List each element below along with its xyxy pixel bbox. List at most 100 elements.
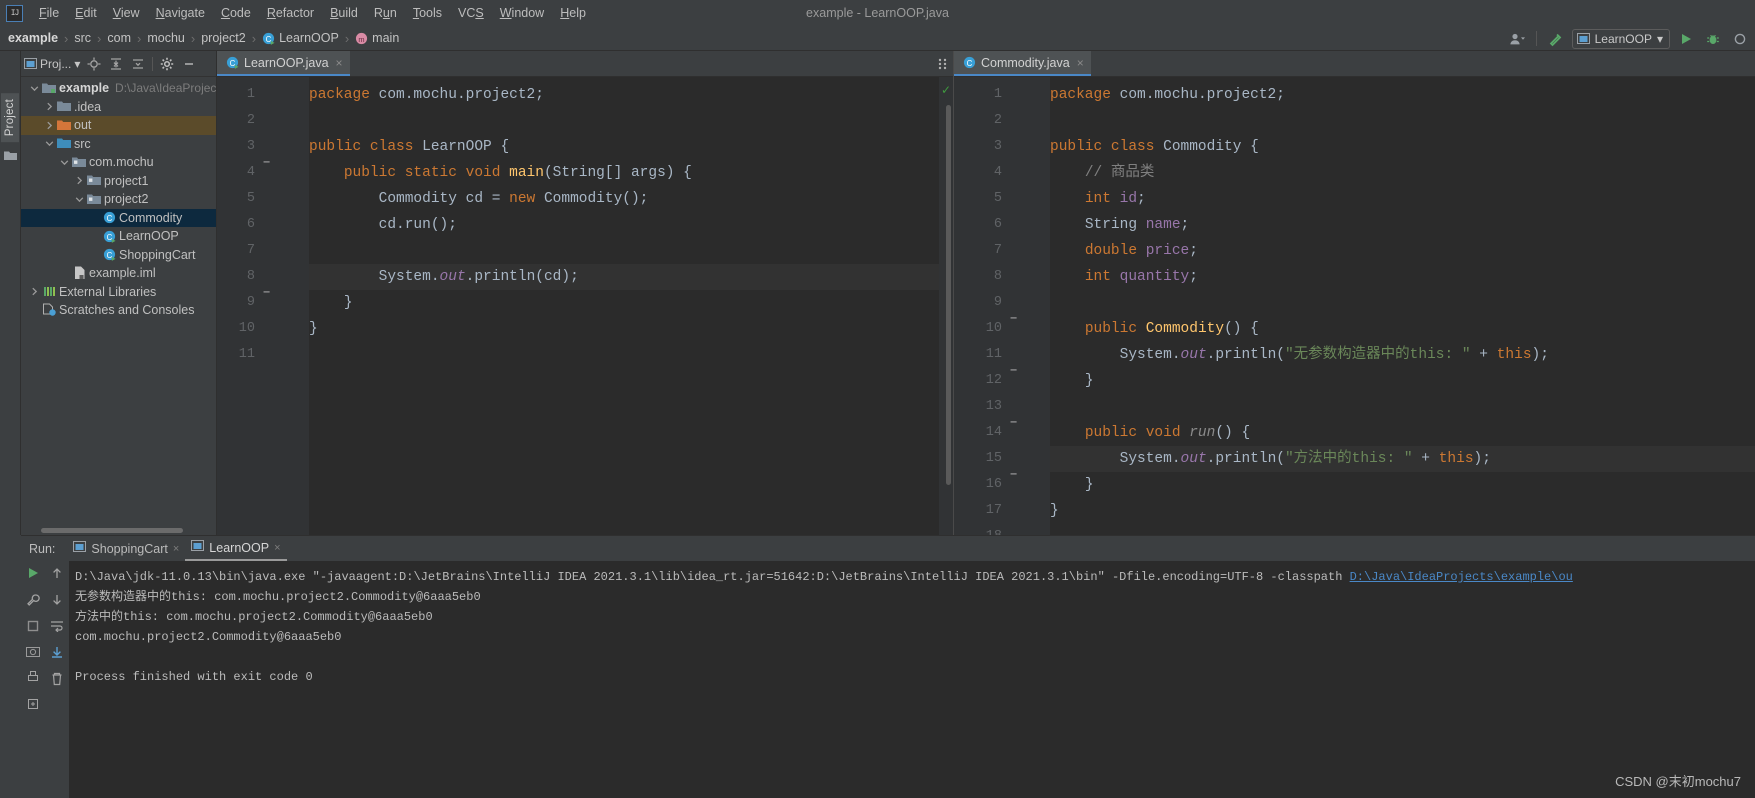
code-line[interactable]: int id; [1050,186,1755,212]
tree-node-project1[interactable]: project1 [21,172,216,191]
code-line[interactable] [1050,524,1755,535]
tree-node-src[interactable]: src [21,135,216,154]
menu-item-build[interactable]: Build [322,4,366,22]
tree-node-learnoop[interactable]: C LearnOOP [21,227,216,246]
marker-bar-left[interactable]: ✓ [939,77,953,535]
breadcrumb-item-main[interactable]: m main [355,31,399,45]
expand-all-icon[interactable] [128,54,148,74]
tree-node-commodity[interactable]: C Commodity [21,208,216,227]
code-line[interactable] [309,238,939,264]
editor-tab-learnoop[interactable]: C LearnOOP.java × [217,51,350,76]
chevron-right-icon[interactable] [72,176,86,185]
tree-node-example[interactable]: example D:\Java\IdeaProject [21,79,216,98]
code-line[interactable]: // 商品类 [1050,160,1755,186]
tree-node-scratches-and-consoles[interactable]: Scratches and Consoles [21,301,216,320]
trash-icon[interactable] [51,672,63,689]
close-icon[interactable]: × [274,542,280,554]
run-tab-shoppingcart[interactable]: ShoppingCart × [67,536,185,561]
code-line[interactable] [1050,394,1755,420]
fold-collapse-icon[interactable]: − [263,155,270,169]
fold-end-icon[interactable]: − [1010,467,1017,481]
chevron-down-icon[interactable] [72,195,86,204]
close-icon[interactable]: × [173,543,179,555]
tree-node-project2[interactable]: project2 [21,190,216,209]
code-line[interactable]: } [309,316,939,342]
menu-item-file[interactable]: File [31,4,67,22]
code-line[interactable]: Commodity cd = new Commodity(); [309,186,939,212]
chevron-down-icon[interactable] [27,84,41,93]
menu-item-view[interactable]: View [105,4,148,22]
line-number-gutter-right[interactable]: 123456789101112131415161718 [954,77,1010,535]
breadcrumb-item-example[interactable]: example [8,31,58,45]
code-line[interactable]: double price; [1050,238,1755,264]
fold-end-icon[interactable]: − [1010,363,1017,377]
more-icon[interactable] [1729,29,1751,49]
code-line[interactable]: int quantity; [1050,264,1755,290]
fold-collapse-icon[interactable]: − [1010,311,1017,325]
tree-node-com-mochu[interactable]: com.mochu [21,153,216,172]
code-text-right[interactable]: package com.mochu.project2; public class… [1050,77,1755,535]
code-line[interactable]: } [309,290,939,316]
console-output[interactable]: D:\Java\jdk-11.0.13\bin\java.exe "-javaa… [69,561,1755,798]
close-icon[interactable]: × [1077,56,1084,70]
line-number-gutter-left[interactable]: 1 2 3 4 5 6 7 8 9 10 11 [217,77,280,535]
export-icon[interactable] [26,697,40,714]
code-line[interactable]: public Commodity() { [1050,316,1755,342]
menu-item-refactor[interactable]: Refactor [259,4,322,22]
debug-icon[interactable] [1702,29,1724,49]
fold-end-icon[interactable]: − [263,285,270,299]
code-line[interactable]: public class LearnOOP { [309,134,939,160]
more-vert-icon[interactable] [943,51,947,77]
scroll-end-icon[interactable] [50,645,64,662]
code-line[interactable]: public static void main(String[] args) { [309,160,939,186]
project-tree[interactable]: example D:\Java\IdeaProject .idea out src com… [21,77,216,526]
code-line[interactable]: package com.mochu.project2; [309,82,939,108]
code-line[interactable]: } [1050,472,1755,498]
menu-item-edit[interactable]: Edit [67,4,105,22]
menu-item-vcs[interactable]: VCS [450,4,492,22]
tree-node-example-iml[interactable]: example.iml [21,264,216,283]
code-line[interactable]: System.out.println(cd); [309,264,939,290]
breadcrumb-item-src[interactable]: src [74,31,91,45]
code-line[interactable] [309,342,939,368]
chevron-right-icon[interactable] [42,102,56,111]
editor-scrollbar-left[interactable] [944,77,953,535]
folder-icon[interactable] [3,150,17,164]
hammer-icon[interactable] [1545,29,1567,49]
menu-item-window[interactable]: Window [492,4,552,22]
code-line[interactable]: System.out.println("无参数构造器中的this: " + th… [1050,342,1755,368]
code-line[interactable]: cd.run(); [309,212,939,238]
fold-gutter-left[interactable]: − − [263,77,309,535]
breadcrumb-item-learnoop[interactable]: C LearnOOP [262,31,339,45]
locate-icon[interactable] [84,54,104,74]
menu-item-help[interactable]: Help [552,4,594,22]
code-line[interactable]: String name; [1050,212,1755,238]
menu-item-navigate[interactable]: Navigate [148,4,213,22]
soft-wrap-icon[interactable] [50,620,64,635]
tree-node-external-libraries[interactable]: External Libraries [21,283,216,302]
run-icon[interactable] [26,566,40,583]
tree-node-shoppingcart[interactable]: C ShoppingCart [21,246,216,265]
tree-node--idea[interactable]: .idea [21,98,216,117]
tool-window-tab-project[interactable]: Project [1,93,19,143]
menu-item-run[interactable]: Run [366,4,405,22]
wrench-icon[interactable] [26,593,40,610]
project-horizontal-scrollbar[interactable] [21,526,216,535]
fold-gutter-right[interactable]: − − − − [1010,77,1050,535]
more-vert-icon[interactable] [938,51,942,77]
editor-tab-commodity[interactable]: C Commodity.java × [954,51,1091,76]
close-icon[interactable]: × [336,56,343,70]
chevron-right-icon[interactable] [27,287,41,296]
code-line[interactable]: public void run() { [1050,420,1755,446]
code-line[interactable]: } [1050,368,1755,394]
print-icon[interactable] [26,670,40,687]
chevron-down-icon[interactable] [42,139,56,148]
code-line[interactable]: public class Commodity { [1050,134,1755,160]
code-line[interactable] [1050,290,1755,316]
code-line[interactable]: System.out.println("方法中的this: " + this); [1050,446,1755,472]
breadcrumb-item-com[interactable]: com [107,31,131,45]
run-icon[interactable] [1675,29,1697,49]
console-classpath-link[interactable]: D:\Java\IdeaProjects\example\ou [1350,570,1573,584]
user-icon[interactable] [1506,29,1528,49]
hide-icon[interactable] [179,54,199,74]
